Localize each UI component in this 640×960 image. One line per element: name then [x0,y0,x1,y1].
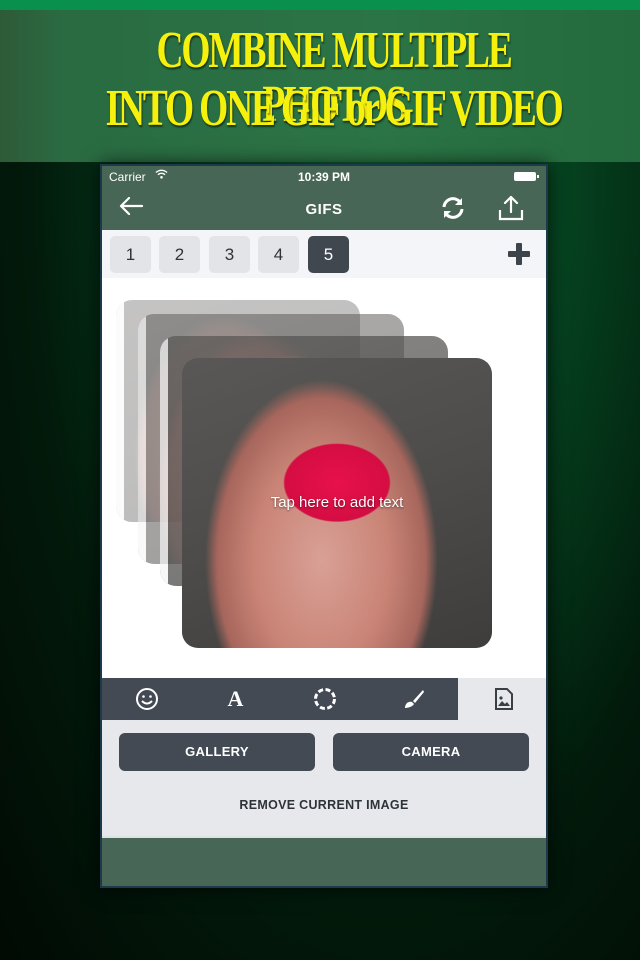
emoji-tool[interactable] [102,678,191,720]
brush-icon [404,690,424,708]
headline-line-2: INTO ONE GIF or GIF VIDEO [105,80,564,137]
shape-tool[interactable] [280,678,369,720]
refresh-icon [442,197,464,219]
text-icon: A [227,686,244,711]
brush-tool[interactable] [369,678,458,720]
add-text-prompt[interactable]: Tap here to add text [182,494,492,511]
share-button[interactable] [498,194,524,222]
status-bar: Carrier 10:39 PM [102,166,546,188]
add-frame-button[interactable] [508,243,530,265]
gif-canvas: Tap here to add text [102,278,546,678]
refresh-button[interactable] [440,195,466,221]
image-tool[interactable] [458,678,546,720]
frame-tab-1[interactable]: 1 [110,236,151,273]
frame-tabs: 1 2 3 4 5 [102,230,546,278]
battery-icon [514,172,539,181]
current-frame-image[interactable]: Tap here to add text [182,358,492,648]
page-title: GIFS [305,201,343,218]
frame-tab-5[interactable]: 5 [308,236,349,273]
gallery-button[interactable]: GALLERY [119,733,315,771]
nav-bar: GIFS [102,188,546,230]
clock: 10:39 PM [297,170,351,184]
dashed-circle-icon [313,688,336,710]
frame-tab-3[interactable]: 3 [209,236,250,273]
frame-tab-2[interactable]: 2 [159,236,200,273]
text-tool[interactable]: A [191,678,280,720]
phone-screen: Carrier 10:39 PM GIFS 1 2 3 4 5 Tap here… [100,164,548,888]
remove-image-button[interactable]: REMOVE CURRENT IMAGE [102,798,546,812]
share-icon [498,195,524,221]
image-file-icon [495,688,513,710]
camera-button[interactable]: CAMERA [333,733,529,771]
bottom-bar [102,836,546,886]
edit-toolbar: A [102,678,546,720]
frame-tab-4[interactable]: 4 [258,236,299,273]
smiley-icon [135,688,158,710]
